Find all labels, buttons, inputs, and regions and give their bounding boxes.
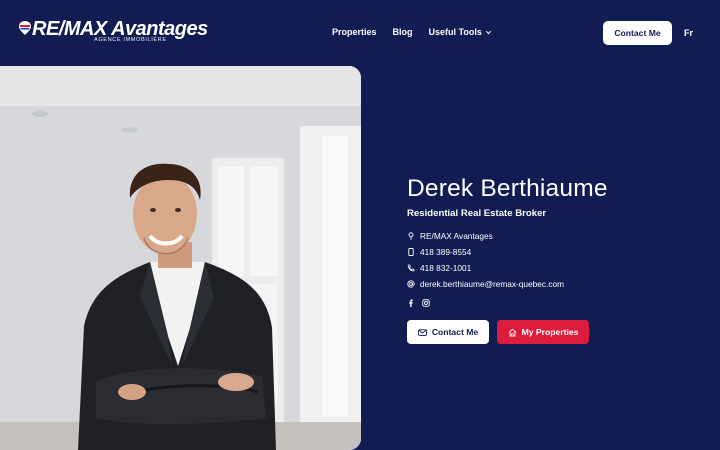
- language-toggle[interactable]: Fr: [684, 28, 693, 38]
- contact-list: RE/MAX Avantages 418 389-8554 418 832-10…: [407, 228, 707, 292]
- profile-photo: [0, 66, 361, 450]
- nav-item-blog[interactable]: Blog: [393, 27, 413, 37]
- my-properties-label: My Properties: [521, 327, 579, 337]
- broker-title: Residential Real Estate Broker: [407, 208, 547, 219]
- action-buttons: Contact Me My Properties: [407, 320, 707, 344]
- my-properties-button[interactable]: My Properties: [497, 320, 589, 344]
- social-links: [407, 298, 707, 308]
- broker-name: Derek Berthiaume: [407, 175, 608, 202]
- email-text[interactable]: derek.berthiaume@remax-quebec.com: [420, 279, 564, 289]
- at-icon: [407, 280, 415, 288]
- balloon-icon: [19, 21, 31, 35]
- broker-portrait-image: [0, 66, 361, 450]
- contact-me-button[interactable]: Contact Me: [407, 320, 489, 344]
- agency-text: RE/MAX Avantages: [420, 231, 493, 241]
- logo-subtitle: AGENCE IMMOBILIÈRE: [94, 37, 167, 43]
- contact-email[interactable]: derek.berthiaume@remax-quebec.com: [407, 276, 707, 292]
- location-pin-icon: [408, 232, 414, 240]
- site-header: RE/MAX Avantages AGENCE IMMOBILIÈRE Prop…: [0, 0, 720, 66]
- phone-icon: [407, 264, 415, 272]
- broker-info: Derek Berthiaume Residential Real Estate…: [407, 174, 707, 344]
- home-icon: [508, 328, 516, 336]
- mobile-phone-text[interactable]: 418 389-8554: [420, 247, 471, 257]
- nav-item-useful-tools-label: Useful Tools: [428, 27, 482, 37]
- contact-mobile[interactable]: 418 389-8554: [407, 244, 707, 260]
- remax-logo[interactable]: RE/MAX Avantages AGENCE IMMOBILIÈRE: [18, 18, 208, 46]
- chevron-down-icon: [485, 30, 491, 34]
- contact-agency: RE/MAX Avantages: [407, 228, 707, 244]
- office-phone-text[interactable]: 418 832-1001: [420, 263, 471, 273]
- instagram-icon[interactable]: [422, 299, 430, 307]
- mobile-phone-icon: [408, 248, 414, 256]
- contact-me-label: Contact Me: [431, 327, 479, 337]
- envelope-icon: [417, 328, 427, 336]
- contact-office[interactable]: 418 832-1001: [407, 260, 707, 276]
- nav-item-properties[interactable]: Properties: [332, 27, 377, 37]
- nav-item-useful-tools[interactable]: Useful Tools: [429, 27, 492, 37]
- facebook-icon[interactable]: [407, 299, 415, 307]
- main-nav: Properties Blog Useful Tools: [332, 27, 492, 37]
- header-contact-button[interactable]: Contact Me: [603, 21, 672, 45]
